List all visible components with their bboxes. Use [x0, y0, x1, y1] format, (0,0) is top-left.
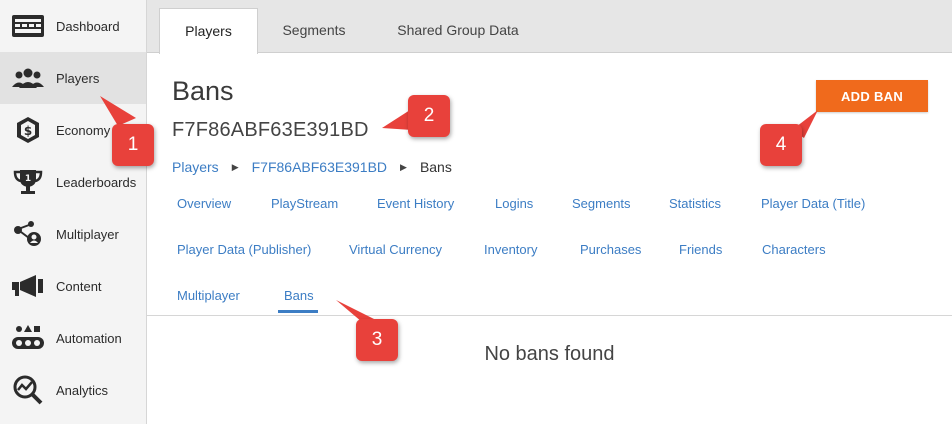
sidebar-item-label: Content	[56, 278, 102, 294]
svg-text:$: $	[24, 124, 32, 138]
subtab-bans[interactable]: Bans	[284, 288, 314, 303]
svg-text:1: 1	[25, 174, 31, 184]
tab-players[interactable]: Players	[159, 8, 258, 54]
automation-icon	[10, 322, 46, 354]
sidebar-item-automation[interactable]: Automation	[0, 312, 146, 364]
subtab-characters[interactable]: Characters	[762, 242, 826, 257]
top-tab-bar: Players Segments Shared Group Data	[147, 0, 952, 54]
subtab-event-history[interactable]: Event History	[377, 196, 454, 211]
players-icon	[10, 62, 46, 94]
sidebar-item-label: Dashboard	[56, 18, 120, 34]
callout-4: 4	[760, 124, 802, 166]
subtab-logins[interactable]: Logins	[495, 196, 533, 211]
subtab-virtual-currency[interactable]: Virtual Currency	[349, 242, 442, 257]
sidebar-item-label: Players	[56, 70, 100, 86]
sidebar-item-players[interactable]: Players	[0, 52, 146, 104]
player-id: F7F86ABF63E391BD	[172, 119, 369, 141]
megaphone-icon	[10, 270, 46, 302]
empty-state-message: No bans found	[484, 343, 615, 365]
analytics-icon	[10, 374, 46, 406]
breadcrumb-separator-icon: ▶	[400, 161, 407, 172]
subtab-friends[interactable]: Friends	[679, 242, 722, 257]
tab-shared-group-data[interactable]: Shared Group Data	[377, 8, 539, 52]
tab-segments[interactable]: Segments	[261, 8, 367, 52]
subtab-multiplayer[interactable]: Multiplayer	[177, 288, 240, 303]
sidebar-item-content[interactable]: Content	[0, 260, 146, 312]
divider	[147, 315, 952, 316]
subtab-playstream[interactable]: PlayStream	[271, 196, 338, 211]
breadcrumb-current: Bans	[419, 159, 452, 175]
sidebar-item-label: Economy	[56, 122, 111, 138]
sidebar-item-label: Analytics	[56, 382, 109, 398]
dashboard-icon	[10, 10, 46, 42]
breadcrumb-players-link[interactable]: Players	[172, 159, 219, 175]
sidebar-item-analytics[interactable]: Analytics	[0, 364, 146, 416]
subtab-overview[interactable]: Overview	[177, 196, 231, 211]
trophy-icon: 1	[10, 166, 46, 198]
sidebar-item-label: Multiplayer	[56, 226, 119, 242]
sidebar-item-dashboard[interactable]: Dashboard	[0, 0, 146, 52]
economy-icon: $	[10, 114, 46, 146]
callout-3: 3	[356, 319, 398, 361]
breadcrumb: Players ▶ F7F86ABF63E391BD ▶ Bans	[172, 159, 452, 175]
subtab-statistics[interactable]: Statistics	[669, 196, 721, 211]
subtab-player-data-publisher[interactable]: Player Data (Publisher)	[177, 242, 311, 257]
callout-1: 1	[112, 124, 154, 166]
page-title: Bans	[172, 76, 234, 106]
active-tab-indicator	[278, 310, 318, 313]
subtab-player-data-title[interactable]: Player Data (Title)	[761, 196, 865, 211]
breadcrumb-separator-icon: ▶	[231, 161, 239, 172]
subtab-purchases[interactable]: Purchases	[580, 242, 641, 257]
multiplayer-icon	[10, 218, 46, 250]
breadcrumb-player-link[interactable]: F7F86ABF63E391BD	[252, 159, 387, 175]
sidebar: Dashboard Players $ Economy 1 Leaderboar…	[0, 0, 147, 424]
sidebar-item-multiplayer[interactable]: Multiplayer	[0, 208, 146, 260]
sidebar-item-label: Automation	[56, 330, 122, 346]
subtab-segments[interactable]: Segments	[572, 196, 631, 211]
sidebar-item-label: Leaderboards	[56, 174, 137, 190]
add-ban-button[interactable]: ADD BAN	[816, 80, 928, 112]
subtab-inventory[interactable]: Inventory	[484, 242, 537, 257]
callout-2: 2	[408, 95, 450, 137]
